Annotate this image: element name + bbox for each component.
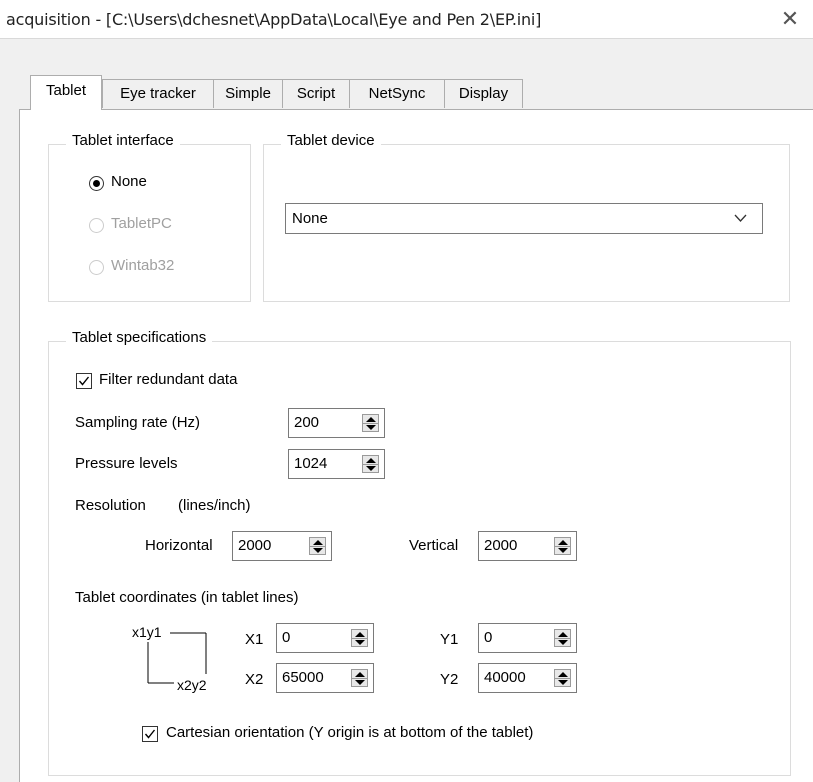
window-title: acquisition - [C:\Users\dchesnet\AppData… [6, 10, 542, 29]
tab-tablet[interactable]: Tablet [30, 75, 102, 110]
resolution-label: Resolution [75, 497, 146, 514]
tab-display[interactable]: Display [444, 79, 523, 108]
x2-label: X2 [245, 671, 264, 688]
tablet-device-legend: Tablet device [281, 132, 381, 149]
close-button[interactable]: ✕ [772, 6, 808, 32]
tab-eye-tracker[interactable]: Eye tracker [102, 79, 214, 108]
cartesian-orientation-label[interactable]: Cartesian orientation (Y origin is at bo… [166, 724, 533, 741]
tab-script[interactable]: Script [282, 79, 350, 108]
pressure-levels-value: 1024 [294, 455, 328, 472]
radio-tabletpc[interactable] [89, 218, 104, 233]
checkmark-icon [144, 729, 156, 739]
x1-label: X1 [245, 631, 264, 648]
spin-arrows-icon[interactable] [309, 537, 326, 555]
tab-netsync[interactable]: NetSync [349, 79, 445, 108]
y2-stepper[interactable]: 40000 [478, 663, 577, 693]
radio-wintab32[interactable] [89, 260, 104, 275]
vertical-resolution-stepper[interactable]: 2000 [478, 531, 577, 561]
vertical-resolution-value: 2000 [484, 537, 518, 554]
x1-value: 0 [282, 629, 291, 646]
vertical-label: Vertical [409, 537, 459, 554]
tablet-interface-legend: Tablet interface [66, 132, 180, 149]
spin-arrows-icon[interactable] [351, 669, 368, 687]
spin-arrows-icon[interactable] [362, 455, 379, 473]
spin-arrows-icon[interactable] [554, 629, 571, 647]
spin-arrows-icon[interactable] [351, 629, 368, 647]
pressure-levels-label: Pressure levels [75, 455, 178, 472]
radio-none[interactable] [89, 176, 104, 191]
close-icon: ✕ [780, 6, 800, 31]
resolution-unit-label: (lines/inch) [178, 497, 251, 514]
radio-none-label[interactable]: None [111, 173, 147, 190]
x2-stepper[interactable]: 65000 [276, 663, 374, 693]
horizontal-resolution-value: 2000 [238, 537, 272, 554]
pressure-levels-stepper[interactable]: 1024 [288, 449, 385, 479]
tablet-coordinates-label: Tablet coordinates (in tablet lines) [75, 589, 299, 606]
tab-simple[interactable]: Simple [213, 79, 283, 108]
y1-value: 0 [484, 629, 493, 646]
x2-value: 65000 [282, 669, 324, 686]
y2-label: Y2 [440, 671, 459, 688]
radio-tabletpc-label[interactable]: TabletPC [111, 215, 172, 232]
y1-label: Y1 [440, 631, 459, 648]
spin-arrows-icon[interactable] [554, 537, 571, 555]
y1-stepper[interactable]: 0 [478, 623, 577, 653]
cartesian-orientation-checkbox[interactable] [142, 726, 158, 742]
coordinates-diagram [147, 632, 207, 684]
radio-wintab32-label[interactable]: Wintab32 [111, 257, 174, 274]
spin-arrows-icon[interactable] [362, 414, 379, 432]
y2-value: 40000 [484, 669, 526, 686]
title-bar: acquisition - [C:\Users\dchesnet\AppData… [0, 0, 813, 39]
filter-redundant-label[interactable]: Filter redundant data [99, 371, 237, 388]
chevron-down-icon [734, 214, 747, 222]
tablet-device-value: None [292, 210, 328, 227]
horizontal-resolution-stepper[interactable]: 2000 [232, 531, 332, 561]
sampling-rate-value: 200 [294, 414, 320, 431]
horizontal-label: Horizontal [145, 537, 213, 554]
sampling-rate-label: Sampling rate (Hz) [75, 414, 201, 431]
sampling-rate-stepper[interactable]: 200 [288, 408, 385, 438]
checkmark-icon [78, 376, 90, 386]
filter-redundant-checkbox[interactable] [76, 373, 92, 389]
x1-stepper[interactable]: 0 [276, 623, 374, 653]
tablet-specifications-legend: Tablet specifications [66, 329, 213, 346]
tablet-specifications-group [48, 341, 791, 776]
spin-arrows-icon[interactable] [554, 669, 571, 687]
tablet-device-dropdown[interactable]: None [285, 203, 763, 234]
